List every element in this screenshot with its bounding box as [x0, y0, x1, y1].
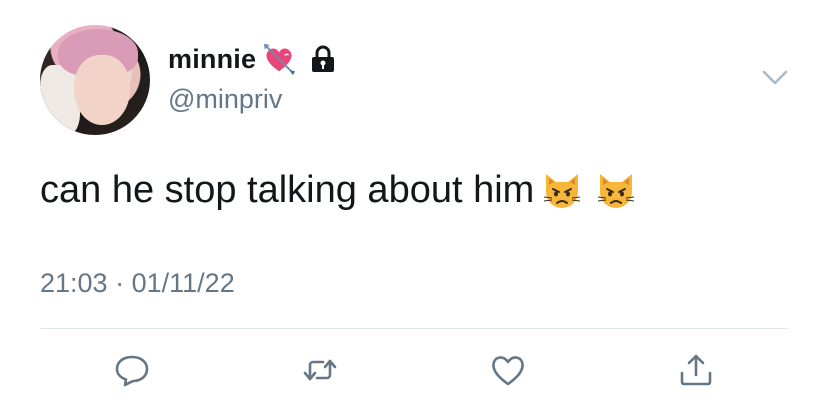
pouting-cat-icon [544, 174, 581, 208]
retweet-icon [303, 359, 337, 381]
tweet-time: 21:03 [40, 268, 108, 298]
share-button[interactable] [676, 350, 716, 390]
lock-icon [312, 45, 335, 72]
reply-icon [115, 355, 149, 387]
share-icon [680, 354, 712, 386]
retweet-button[interactable] [300, 350, 340, 390]
tweet-timestamp[interactable]: 21:03 · 01/11/22 [40, 268, 235, 299]
avatar-pillow [40, 65, 80, 135]
author-name-row[interactable]: minnie [168, 42, 336, 76]
meta-separator: · [115, 268, 125, 298]
divider [40, 328, 788, 329]
avatar-face [74, 55, 130, 125]
avatar[interactable] [40, 25, 150, 135]
tweet-text-content: can he stop talking about him [40, 168, 535, 211]
chevron-down-icon[interactable] [760, 66, 790, 90]
tweet-text: can he stop talking about him [40, 168, 638, 212]
like-button[interactable] [488, 350, 528, 390]
pouting-cat-icon [598, 174, 635, 208]
author-handle[interactable]: @minpriv [168, 84, 282, 115]
author-display-name[interactable]: minnie [168, 44, 256, 75]
heart-with-arrow-icon [264, 43, 296, 76]
tweet-date: 01/11/22 [131, 268, 235, 298]
reply-button[interactable] [112, 350, 152, 390]
like-icon [492, 356, 524, 386]
